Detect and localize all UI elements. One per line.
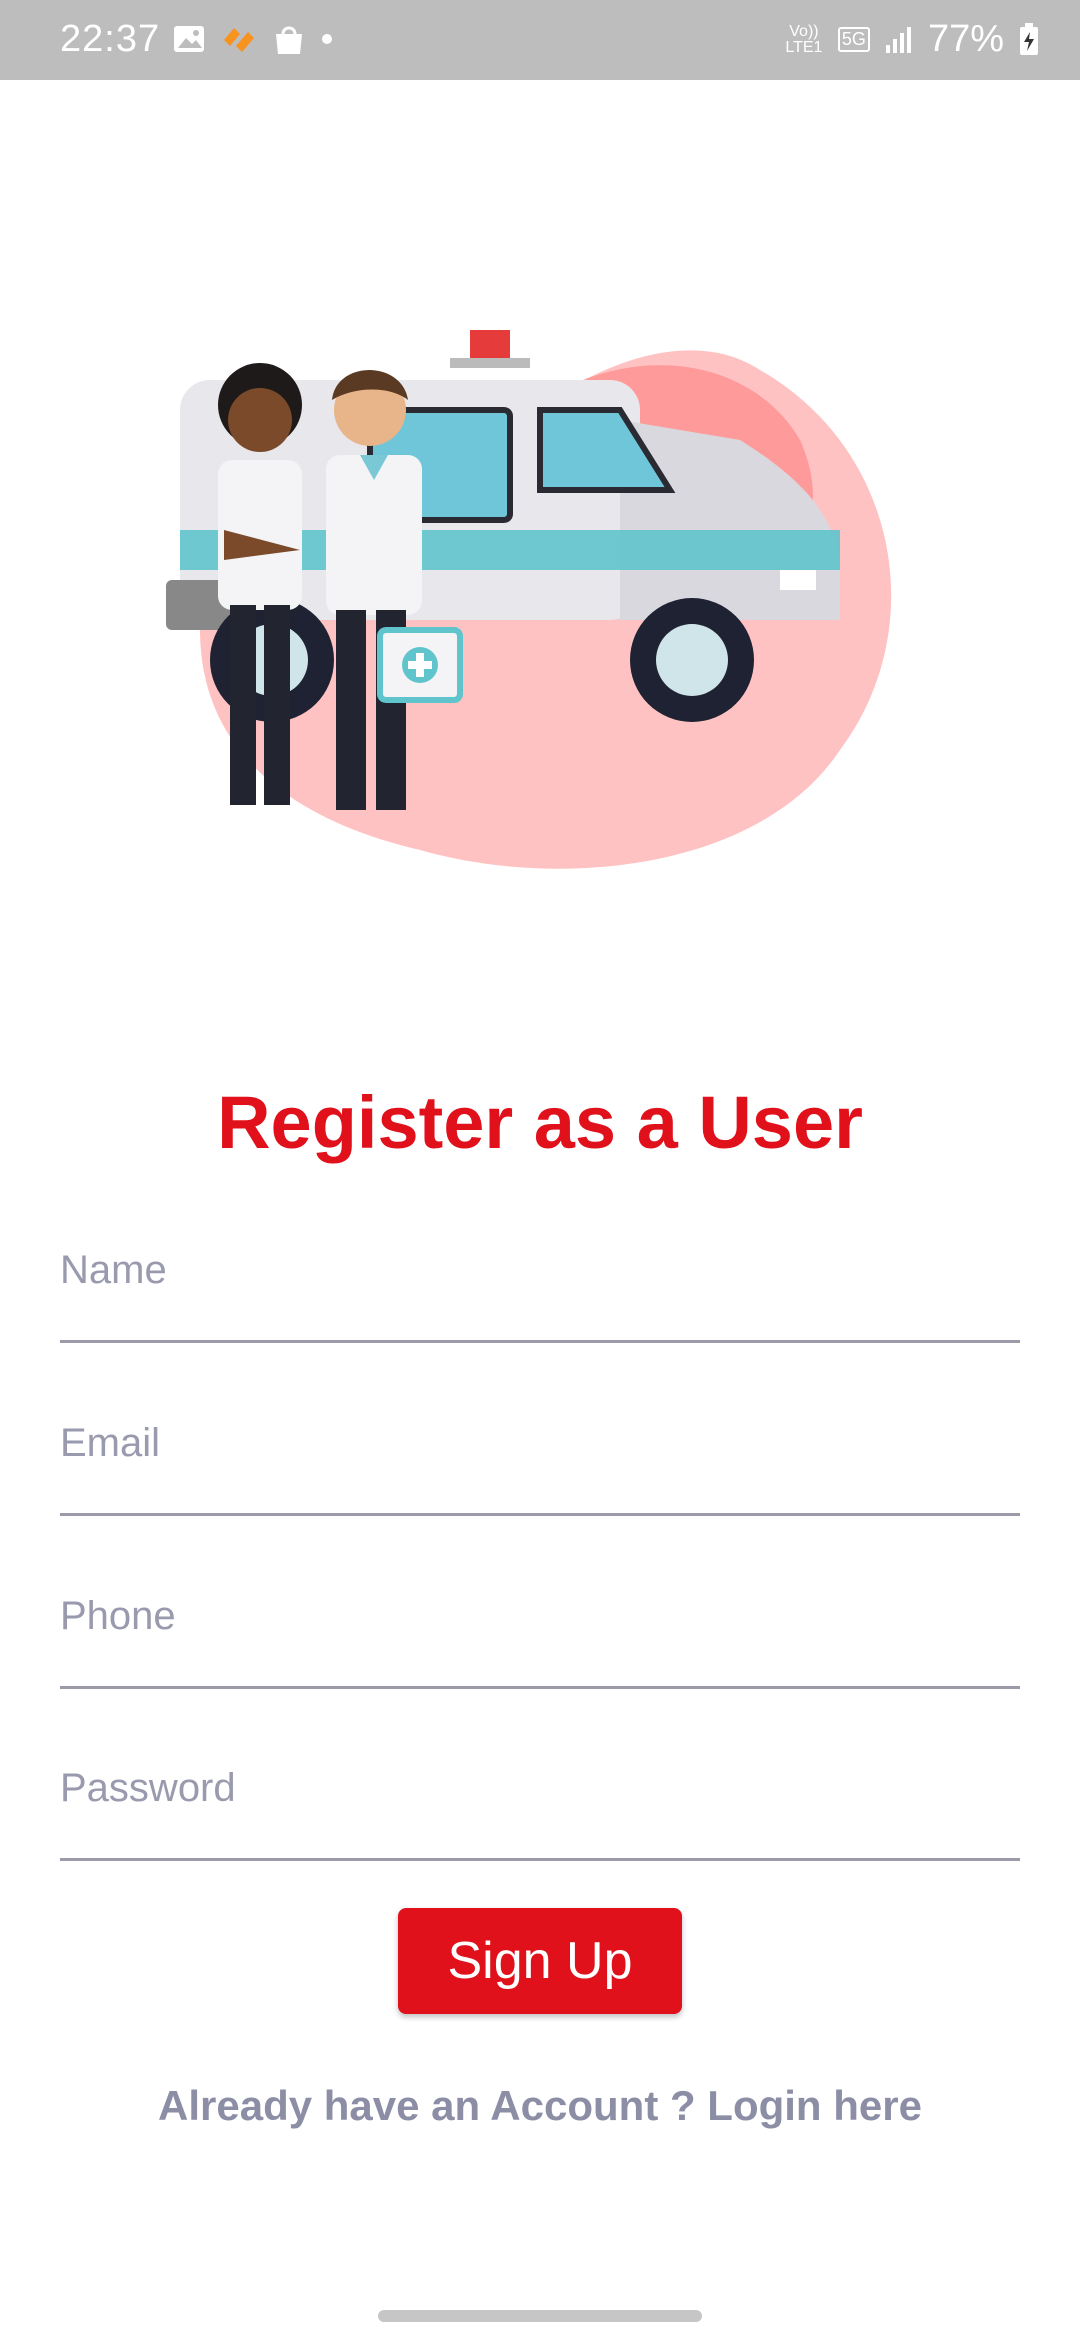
sign-up-button[interactable]: Sign Up	[398, 1908, 682, 2014]
phone-input[interactable]	[60, 1566, 1020, 1686]
password-input[interactable]	[60, 1738, 1020, 1858]
notification-icons	[172, 22, 334, 56]
login-link[interactable]: Already have an Account ? Login here	[0, 2082, 1080, 2130]
phone-field[interactable]	[60, 1566, 1020, 1689]
ambulance-illustration	[166, 330, 892, 869]
name-field[interactable]	[60, 1220, 1020, 1343]
status-bar: 22:37 Vo)) LTE1 5G 77%	[0, 0, 1080, 80]
name-input[interactable]	[60, 1220, 1020, 1340]
dot-icon	[322, 34, 332, 44]
page-title: Register as a User	[217, 1081, 863, 1164]
signal-icon	[885, 26, 911, 53]
system-status-icons: Vo)) LTE1 5G 77%	[784, 18, 1040, 61]
battery-percent: 77%	[927, 18, 1004, 60]
email-field[interactable]	[60, 1393, 1020, 1516]
battery-charging-icon	[1020, 22, 1038, 55]
app-notification-icon	[224, 28, 254, 52]
shopping-bag-icon	[276, 26, 302, 54]
network-5g-indicator: 5G	[837, 27, 870, 52]
volte-indicator: Vo)) LTE1	[785, 22, 823, 56]
status-time: 22:37	[60, 18, 161, 60]
gallery-icon	[174, 26, 204, 52]
email-input[interactable]	[60, 1393, 1020, 1513]
home-indicator[interactable]	[378, 2310, 702, 2322]
password-field[interactable]	[60, 1738, 1020, 1861]
